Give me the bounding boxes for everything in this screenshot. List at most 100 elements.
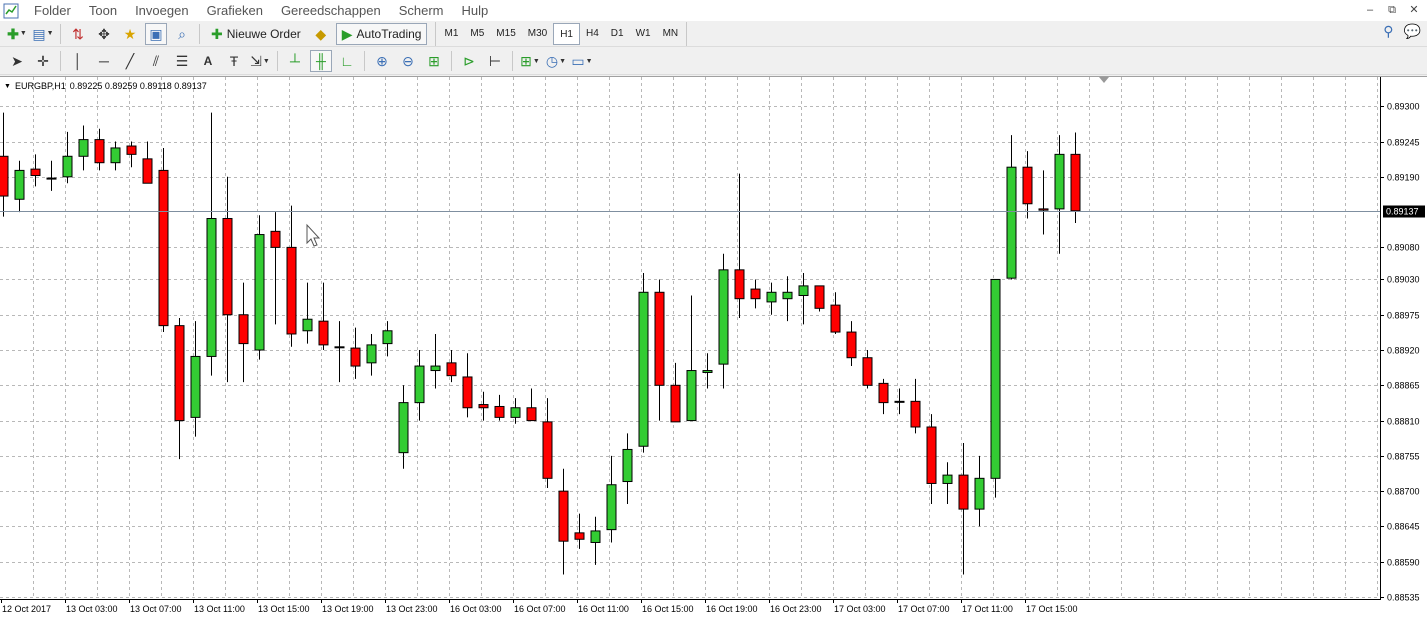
search-icon[interactable]: ⚲ bbox=[1383, 24, 1393, 38]
bull-candle-body bbox=[110, 147, 121, 164]
timeframe-h4[interactable]: H4 bbox=[580, 23, 605, 45]
text-label-button[interactable]: Ŧ bbox=[223, 50, 245, 72]
templates-button[interactable]: ▭ ▼ bbox=[571, 50, 593, 72]
menu-hulp[interactable]: Hulp bbox=[452, 0, 497, 21]
bull-candle-body bbox=[990, 278, 1001, 479]
timeframe-m5[interactable]: M5 bbox=[464, 23, 490, 45]
bar-chart-button[interactable]: ┴ bbox=[284, 50, 306, 72]
trendline-button[interactable]: ╱ bbox=[119, 50, 141, 72]
x-axis-tick-label: 16 Oct 03:00 bbox=[450, 604, 502, 614]
new-order-button[interactable]: ✚ Nieuwe Order bbox=[206, 23, 306, 45]
y-axis-tick-label: 0.89300 bbox=[1387, 102, 1420, 112]
drawing-toolbar: ➤ ✛ │ ─ ╱ ⫽ ☰ A Ŧ ⇲ ▼ ┴ ╫ ∟ ⊕ ⊖ ⊞ ⊳ ⊢ ⊞ ▼ … bbox=[0, 48, 1427, 75]
menu-toon[interactable]: Toon bbox=[80, 0, 126, 21]
bear-candle-body bbox=[350, 347, 361, 367]
restore-button[interactable]: ⧉ bbox=[1383, 2, 1401, 18]
new-chart-button[interactable]: ✚ ▼ bbox=[6, 23, 28, 45]
indicators-button[interactable]: ⊞ ▼ bbox=[519, 50, 541, 72]
timeframe-m15[interactable]: M15 bbox=[490, 23, 521, 45]
tile-windows-button[interactable]: ⊞ bbox=[423, 50, 445, 72]
timeframe-m30[interactable]: M30 bbox=[522, 23, 553, 45]
data-window-button[interactable]: ✥ bbox=[93, 23, 115, 45]
menu-gereedschappen[interactable]: Gereedschappen bbox=[272, 0, 390, 21]
vertical-line-button[interactable]: │ bbox=[67, 50, 89, 72]
crosshair-tool-button[interactable]: ✛ bbox=[32, 50, 54, 72]
navigator-button[interactable]: ★ bbox=[119, 23, 141, 45]
y-axis-tick-label: 0.88645 bbox=[1387, 522, 1420, 532]
auto-scroll-button[interactable]: ⊳ bbox=[458, 50, 480, 72]
navigator-star-icon: ★ bbox=[123, 25, 137, 42]
current-price-label: 0.89137 bbox=[1386, 207, 1419, 217]
bull-candle-body bbox=[430, 365, 441, 372]
bear-candle-body bbox=[878, 382, 889, 404]
toolbar-separator bbox=[364, 51, 365, 71]
zoom-out-button[interactable]: ⊖ bbox=[397, 50, 419, 72]
x-axis-tick-label: 16 Oct 19:00 bbox=[706, 604, 758, 614]
x-axis-tick-label: 16 Oct 11:00 bbox=[578, 604, 629, 614]
timeframe-w1[interactable]: W1 bbox=[630, 23, 657, 45]
line-chart-button[interactable]: ∟ bbox=[336, 50, 358, 72]
menu-scherm[interactable]: Scherm bbox=[390, 0, 453, 21]
candlestick-chart-canvas[interactable]: 0.89300 0.89245 0.89190 0.89080 0.89030 0.889… bbox=[0, 77, 1427, 617]
terminal-button[interactable]: ▣ bbox=[145, 22, 167, 45]
bull-candle-body bbox=[974, 477, 985, 510]
bull-candle-body bbox=[46, 177, 57, 180]
chart-shift-button[interactable]: ⊢ bbox=[484, 50, 506, 72]
horizontal-line-icon: ─ bbox=[99, 53, 109, 69]
chart-menu-triangle-icon[interactable]: ▼ bbox=[4, 83, 11, 90]
bull-candle-body bbox=[14, 169, 25, 200]
y-axis-tick-label: 0.89080 bbox=[1387, 243, 1420, 253]
chart-shift-icon: ⊢ bbox=[488, 53, 502, 69]
timeframe-m1[interactable]: M1 bbox=[438, 23, 464, 45]
toolbar-separator bbox=[277, 51, 278, 71]
bear-candle-body bbox=[462, 376, 473, 409]
new-order-icon: ✚ bbox=[211, 25, 223, 42]
y-axis-tick-label: 0.88535 bbox=[1387, 593, 1420, 603]
y-axis-tick-label: 0.88975 bbox=[1387, 311, 1420, 321]
bull-candle-body bbox=[590, 530, 601, 543]
timeframe-mn[interactable]: MN bbox=[657, 23, 685, 45]
channel-button[interactable]: ⫽ bbox=[145, 50, 167, 72]
text-tool-button[interactable]: A bbox=[197, 50, 219, 72]
strategy-tester-button[interactable]: ⌕ bbox=[171, 23, 193, 45]
window-controls: – ⧉ ✕ bbox=[1361, 2, 1423, 18]
timeframe-h1[interactable]: H1 bbox=[553, 22, 580, 45]
candlesticks-button[interactable]: ╫ bbox=[310, 50, 332, 72]
minimize-button[interactable]: – bbox=[1361, 2, 1379, 18]
bull-candle-body bbox=[382, 330, 393, 345]
chat-bubble-icon[interactable]: 💬 bbox=[1404, 24, 1421, 38]
toolbar-separator bbox=[512, 51, 513, 71]
profiles-icon: ▤ bbox=[32, 25, 46, 42]
menu-invoegen[interactable]: Invoegen bbox=[126, 0, 198, 21]
price-chart[interactable]: 0.89300 0.89245 0.89190 0.89080 0.89030 0.889… bbox=[0, 76, 1427, 617]
arrows-button[interactable]: ⇲ ▼ bbox=[249, 50, 271, 72]
x-axis-tick-label: 13 Oct 23:00 bbox=[386, 604, 438, 614]
app-chart-icon[interactable] bbox=[3, 3, 19, 19]
zoom-in-button[interactable]: ⊕ bbox=[371, 50, 393, 72]
close-button[interactable]: ✕ bbox=[1405, 2, 1423, 18]
x-axis-tick-label: 17 Oct 15:00 bbox=[1026, 604, 1078, 614]
cursor-tool-button[interactable]: ➤ bbox=[6, 50, 28, 72]
trendline-icon: ╱ bbox=[125, 53, 135, 69]
fibonacci-button[interactable]: ☰ bbox=[171, 50, 193, 72]
menu-grafieken[interactable]: Grafieken bbox=[198, 0, 272, 21]
horizontal-line-button[interactable]: ─ bbox=[93, 50, 115, 72]
autotrading-button[interactable]: ▶ AutoTrading bbox=[335, 22, 428, 45]
mouse-cursor-icon bbox=[306, 223, 321, 247]
timeframe-selector: M1 M5 M15 M30 H1 H4 D1 W1 MN bbox=[435, 21, 688, 46]
bear-candle-body bbox=[1038, 208, 1049, 211]
periods-button[interactable]: ◷ ▼ bbox=[545, 50, 567, 72]
bull-candle-body bbox=[1006, 166, 1017, 279]
zoom-out-icon: ⊖ bbox=[402, 53, 414, 69]
bull-candle-body bbox=[718, 269, 729, 365]
bear-candle-body bbox=[526, 407, 537, 422]
bear-candle-body bbox=[574, 532, 585, 540]
market-watch-button[interactable]: ⇅ bbox=[67, 23, 89, 45]
menu-folder[interactable]: Folder bbox=[25, 0, 80, 21]
metaeditor-button[interactable]: ◆ bbox=[310, 23, 332, 45]
bear-candle-body bbox=[910, 400, 921, 428]
timeframe-d1[interactable]: D1 bbox=[605, 23, 630, 45]
standard-toolbar: ✚ ▼ ▤ ▼ ⇅ ✥ ★ ▣ ⌕ ✚ Nieuwe Order ◆ ▶ AutoT… bbox=[0, 21, 1427, 47]
bear-candle-body bbox=[446, 362, 457, 377]
profiles-button[interactable]: ▤ ▼ bbox=[32, 23, 54, 45]
